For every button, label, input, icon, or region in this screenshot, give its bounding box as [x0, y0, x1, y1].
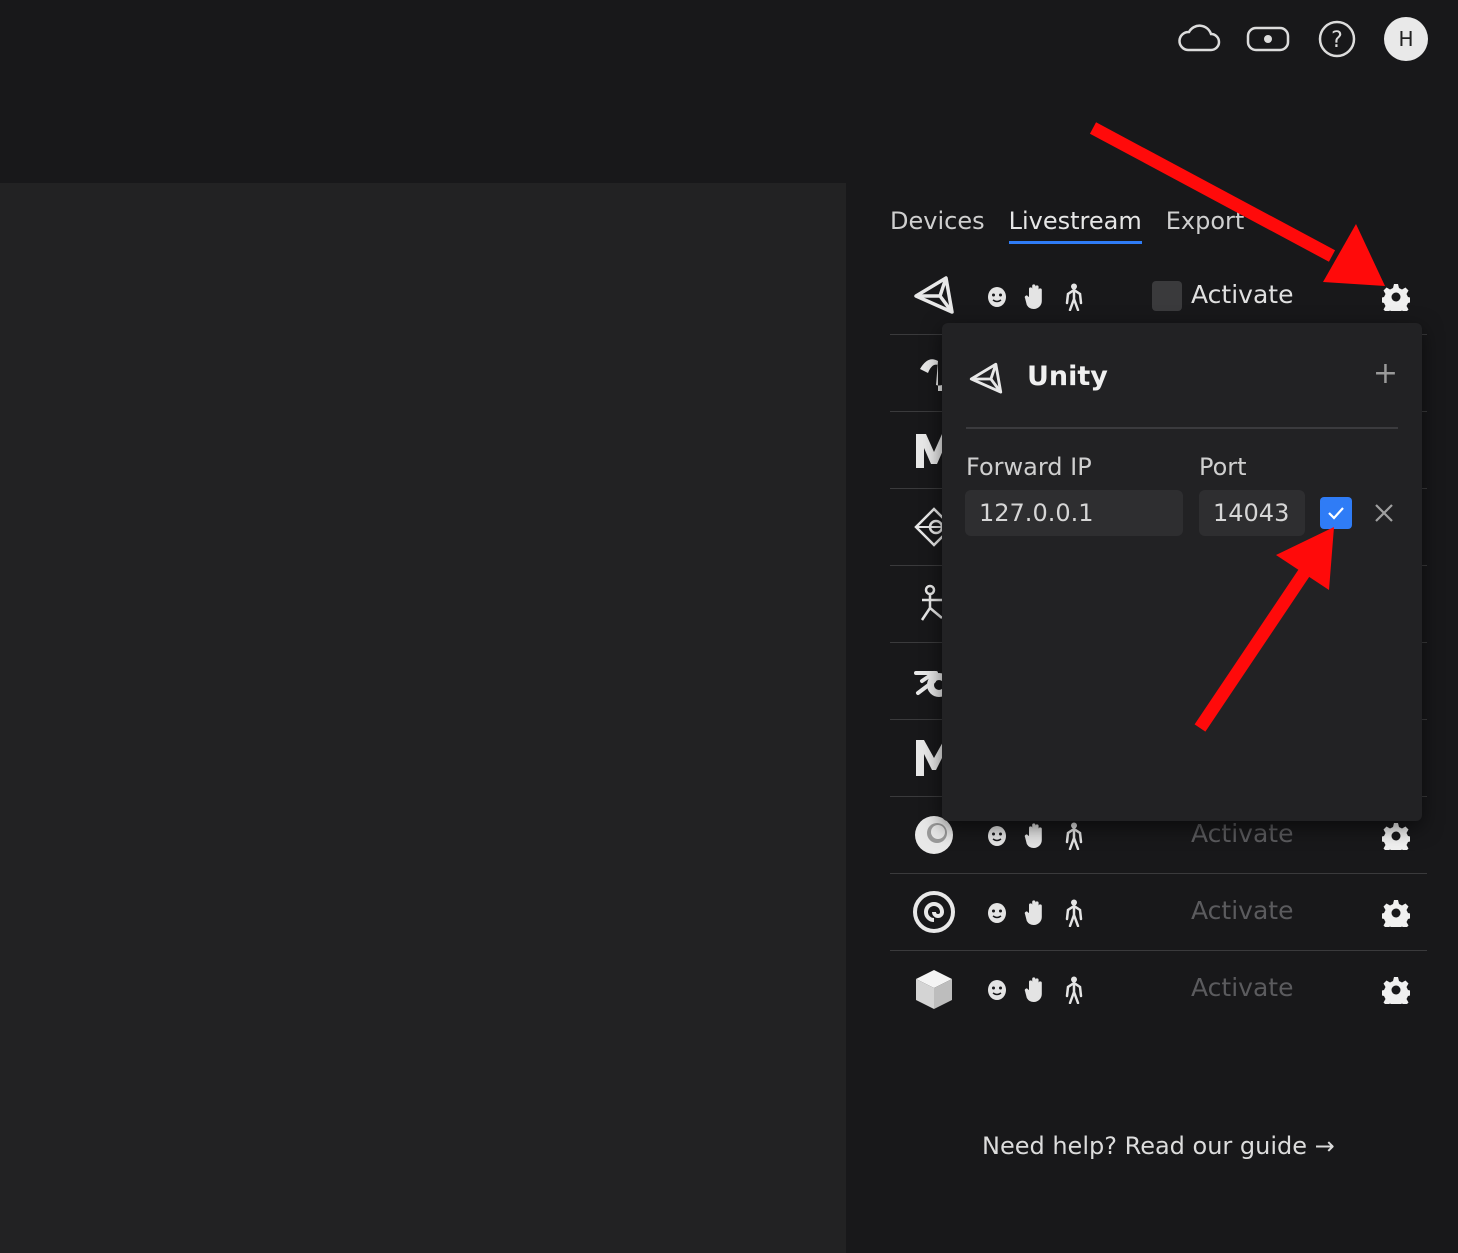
header-icons: ? H — [1177, 17, 1428, 61]
body-icon — [1065, 976, 1083, 1004]
tab-devices[interactable]: Devices — [890, 207, 985, 244]
help-link[interactable]: Need help? Read our guide → — [982, 1132, 1335, 1160]
port-input[interactable] — [1199, 490, 1305, 536]
integration-row-houdini: Activate — [890, 874, 1427, 951]
gear-icon[interactable] — [1382, 822, 1410, 850]
toggle-icon[interactable] — [1246, 17, 1290, 61]
preview-viewport — [0, 183, 846, 1253]
help-circle-icon[interactable]: ? — [1315, 17, 1359, 61]
port-label: Port — [1199, 453, 1247, 481]
face-icon — [988, 287, 1006, 307]
enable-checkbox[interactable] — [1320, 497, 1352, 529]
activate-label: Activate — [1191, 896, 1294, 925]
tracking-features — [986, 976, 1084, 1004]
checkmark-icon — [1328, 507, 1344, 520]
activate-checkbox[interactable] — [1152, 281, 1182, 311]
cloud-icon[interactable] — [1177, 17, 1221, 61]
hand-icon — [1024, 284, 1042, 310]
gear-icon[interactable] — [1382, 283, 1410, 311]
hand-icon — [1024, 823, 1042, 849]
cube-logo-icon — [912, 967, 956, 1011]
tracking-features — [986, 283, 1084, 311]
tab-livestream[interactable]: Livestream — [1008, 207, 1142, 244]
hand-icon — [1024, 900, 1042, 926]
avatar[interactable]: H — [1384, 17, 1428, 61]
houdini-logo-icon — [912, 890, 956, 934]
activate-label: Activate — [1191, 280, 1294, 309]
tab-export[interactable]: Export — [1166, 207, 1245, 244]
face-icon — [988, 826, 1006, 846]
tab-bar: Devices Livestream Export — [890, 207, 1244, 244]
svg-text:?: ? — [1331, 28, 1343, 53]
activate-label: Activate — [1191, 973, 1294, 1002]
unity-logo-icon — [969, 362, 1003, 394]
forward-ip-input[interactable] — [965, 490, 1183, 536]
face-icon — [988, 980, 1006, 1000]
popup-header: Unity + — [966, 353, 1398, 429]
body-icon — [1065, 822, 1083, 850]
gear-icon[interactable] — [1382, 976, 1410, 1004]
add-icon[interactable]: + — [1373, 359, 1398, 389]
hand-icon — [1024, 977, 1042, 1003]
forward-ip-label: Forward IP — [966, 453, 1092, 481]
unity-logo-icon — [912, 274, 956, 318]
body-icon — [1065, 283, 1083, 311]
activate-label: Activate — [1191, 819, 1294, 848]
tracking-features — [986, 899, 1084, 927]
top-bar: ? H — [0, 0, 1458, 183]
close-icon[interactable] — [1370, 499, 1398, 527]
gear-icon[interactable] — [1382, 899, 1410, 927]
face-icon — [988, 903, 1006, 923]
tracking-features — [986, 822, 1084, 850]
unity-settings-popup: Unity + Forward IP Port — [942, 323, 1422, 821]
popup-title: Unity — [1027, 361, 1108, 392]
body-icon — [1065, 899, 1083, 927]
integration-row-generic: Activate — [890, 951, 1427, 1027]
